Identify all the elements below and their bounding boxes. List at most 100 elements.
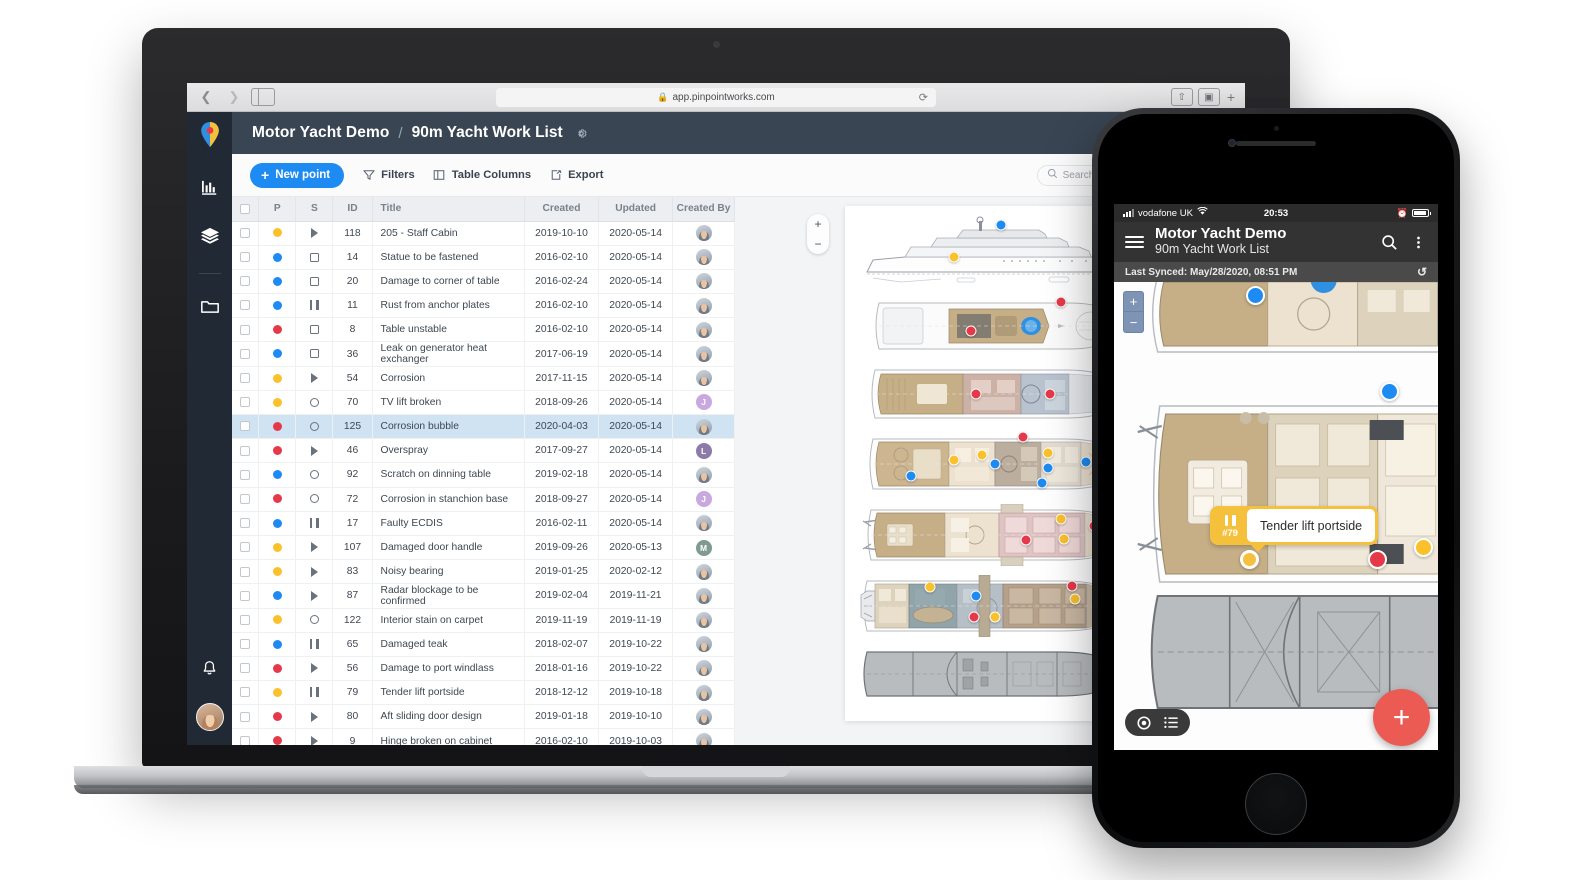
table-row[interactable]: 118 205 - Staff Cabin 2019-10-10 2020-05-14 bbox=[232, 221, 735, 246]
sidebar-item-notifications[interactable] bbox=[197, 655, 223, 681]
drawing-pin-blue[interactable] bbox=[970, 590, 982, 602]
phone-pin-red-1[interactable] bbox=[1368, 550, 1387, 569]
table-row[interactable]: 36 Leak on generator heat exchanger 2017-0… bbox=[232, 341, 735, 367]
sidebar-user-avatar[interactable] bbox=[195, 703, 224, 731]
sidebar-item-layers[interactable] bbox=[197, 223, 223, 249]
phone-search-icon[interactable] bbox=[1380, 234, 1398, 251]
drawing-pin-red[interactable] bbox=[968, 611, 980, 623]
sidebar-item-folders[interactable] bbox=[197, 294, 223, 320]
row-title[interactable]: Tender lift portside bbox=[372, 680, 525, 706]
row-title[interactable]: Interior stain on carpet bbox=[372, 608, 525, 633]
row-checkbox-cell[interactable] bbox=[232, 680, 260, 706]
row-checkbox[interactable] bbox=[240, 711, 251, 722]
drawing-pin-blue[interactable] bbox=[989, 458, 1001, 470]
row-checkbox[interactable] bbox=[240, 276, 251, 287]
drawing-zoom-in-button[interactable]: + bbox=[814, 217, 821, 231]
table-row[interactable]: 79 Tender lift portside 2018-12-12 2019-10-… bbox=[232, 680, 735, 706]
row-checkbox[interactable] bbox=[240, 614, 251, 625]
drawing-pin-blue[interactable] bbox=[995, 219, 1007, 231]
row-checkbox-cell[interactable] bbox=[232, 559, 260, 585]
filters-button[interactable]: Filters bbox=[362, 169, 415, 182]
row-checkbox-cell[interactable] bbox=[232, 317, 260, 343]
row-title[interactable]: Radar blockage to be confirmed bbox=[372, 583, 525, 609]
table-row[interactable]: 80 Aft sliding door design 2019-01-18 2019-… bbox=[232, 704, 735, 730]
browser-url-bar[interactable]: 🔒 app.pinpointworks.com ⟳ bbox=[496, 87, 936, 107]
phone-home-button[interactable] bbox=[1245, 773, 1307, 835]
drawing-pin-yellow[interactable] bbox=[924, 581, 936, 593]
row-title[interactable]: Aft sliding door design bbox=[372, 704, 525, 730]
row-checkbox[interactable] bbox=[240, 397, 251, 408]
export-button[interactable]: Export bbox=[549, 169, 604, 182]
row-checkbox-cell[interactable] bbox=[232, 293, 260, 319]
drawing-pin-yellow[interactable] bbox=[948, 454, 960, 466]
column-header-status[interactable]: S bbox=[295, 197, 334, 222]
column-header-id[interactable]: ID bbox=[332, 197, 373, 222]
drawing-pin-yellow[interactable] bbox=[1058, 533, 1070, 545]
sync-icon[interactable]: ↺ bbox=[1417, 265, 1427, 279]
row-title[interactable]: Table unstable bbox=[372, 317, 525, 343]
deck-lower[interactable] bbox=[853, 574, 1127, 638]
row-checkbox-cell[interactable] bbox=[232, 245, 260, 270]
drawing-pin-red[interactable] bbox=[965, 325, 977, 337]
pinpoint-works-logo[interactable] bbox=[199, 121, 221, 149]
drawing-pin-yellow[interactable] bbox=[1055, 513, 1067, 525]
add-point-fab[interactable]: + bbox=[1373, 689, 1430, 746]
row-checkbox-cell[interactable] bbox=[232, 341, 260, 367]
drawing-pin-red[interactable] bbox=[1020, 534, 1032, 546]
row-title[interactable]: Scratch on dinning table bbox=[372, 462, 525, 488]
row-checkbox-cell[interactable] bbox=[232, 608, 260, 633]
drawing-pin-red[interactable] bbox=[970, 388, 982, 400]
row-checkbox-cell[interactable] bbox=[232, 583, 260, 609]
row-title[interactable]: Damaged door handle bbox=[372, 535, 525, 561]
table-row[interactable]: 87 Radar blockage to be confirmed 2019-02-… bbox=[232, 583, 735, 609]
row-title[interactable]: Damaged teak bbox=[372, 632, 525, 657]
row-checkbox-cell[interactable] bbox=[232, 221, 260, 246]
new-tab-button[interactable]: + bbox=[1225, 89, 1237, 105]
row-checkbox-cell[interactable] bbox=[232, 366, 260, 391]
row-checkbox-cell[interactable] bbox=[232, 487, 260, 512]
reload-icon[interactable]: ⟳ bbox=[919, 91, 928, 104]
table-row[interactable]: 65 Damaged teak 2018-02-07 2019-10-22 bbox=[232, 632, 735, 657]
drawing-pin-blue[interactable] bbox=[1042, 462, 1054, 474]
browser-back-icon[interactable]: ❮ bbox=[195, 88, 217, 107]
row-checkbox[interactable] bbox=[240, 373, 251, 383]
row-checkbox[interactable] bbox=[240, 663, 251, 674]
column-header-title[interactable]: Title bbox=[372, 197, 525, 222]
deck-profile[interactable] bbox=[853, 216, 1127, 288]
phone-pin-blue-2[interactable] bbox=[1380, 382, 1399, 401]
hamburger-menu-icon[interactable] bbox=[1125, 235, 1144, 249]
table-row[interactable]: 83 Noisy bearing 2019-01-25 2020-02-12 bbox=[232, 559, 735, 585]
drawing-pin-red[interactable] bbox=[1066, 580, 1078, 592]
drawing-pin-blue[interactable] bbox=[1036, 477, 1048, 489]
drawing-pin-yellow[interactable] bbox=[976, 449, 988, 461]
row-checkbox[interactable] bbox=[240, 445, 251, 456]
drawing-pin-yellow[interactable] bbox=[1042, 447, 1054, 459]
row-checkbox-cell[interactable] bbox=[232, 728, 260, 745]
table-columns-button[interactable]: Table Columns bbox=[433, 169, 531, 182]
phone-zoom-in-button[interactable]: + bbox=[1123, 291, 1144, 312]
row-checkbox[interactable] bbox=[240, 735, 251, 745]
drawing-pin-yellow[interactable] bbox=[1069, 593, 1081, 605]
row-title[interactable]: Rust from anchor plates bbox=[372, 293, 525, 319]
phone-overflow-menu-icon[interactable] bbox=[1409, 234, 1427, 251]
row-checkbox[interactable] bbox=[240, 687, 251, 698]
table-row[interactable]: 107 Damaged door handle 2019-09-26 2020-05-… bbox=[232, 535, 735, 561]
table-row[interactable]: 92 Scratch on dinning table 2019-02-18 2020… bbox=[232, 462, 735, 488]
row-checkbox[interactable] bbox=[240, 348, 251, 359]
row-title[interactable]: Overspray bbox=[372, 438, 525, 464]
drawing-pin-red[interactable] bbox=[1044, 388, 1056, 400]
phone-drawing-view[interactable]: + − #79 Tender lift portside + bbox=[1114, 282, 1438, 750]
phone-pin-yellow-1[interactable] bbox=[1414, 538, 1433, 557]
row-checkbox-cell[interactable] bbox=[232, 414, 260, 440]
row-checkbox[interactable] bbox=[240, 542, 251, 553]
row-checkbox-cell[interactable] bbox=[232, 535, 260, 561]
phone-zoom-out-button[interactable]: − bbox=[1123, 312, 1144, 333]
row-title[interactable]: Corrosion in stanchion base bbox=[372, 487, 525, 512]
row-title[interactable]: 205 - Staff Cabin bbox=[372, 221, 525, 246]
select-all-checkbox[interactable] bbox=[240, 203, 251, 214]
table-row[interactable]: 46 Overspray 2017-09-27 2020-05-14 L bbox=[232, 438, 735, 464]
deck-tank[interactable] bbox=[853, 646, 1127, 702]
row-title[interactable]: Corrosion bbox=[372, 366, 525, 391]
row-title[interactable]: Damage to corner of table bbox=[372, 269, 525, 295]
row-checkbox[interactable] bbox=[240, 639, 251, 650]
